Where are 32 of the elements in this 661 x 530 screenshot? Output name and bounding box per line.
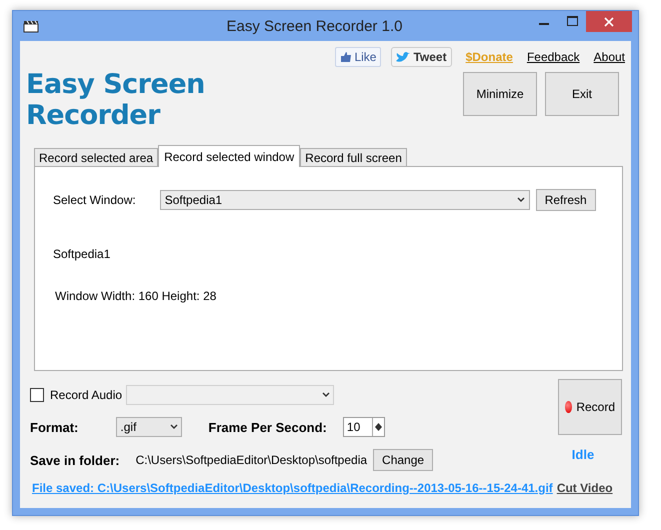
checkbox[interactable] [30, 388, 44, 402]
link[interactable]: About [594, 50, 625, 64]
tab[interactable]: Record full screen [300, 148, 407, 166]
header-button[interactable]: Exit [545, 72, 619, 116]
fps-spinner[interactable]: 10 [342, 417, 385, 437]
link[interactable]: Feedback [526, 50, 580, 64]
tab[interactable]: Record selected area [34, 148, 158, 166]
cut-video-link[interactable]: Cut Video [556, 481, 613, 495]
window-title: Easy Screen Recorder 1.0 [226, 18, 404, 34]
field-label: Save in folder: [30, 452, 120, 468]
refresh-button[interactable]: Refresh [536, 189, 596, 211]
window-dropdown[interactable]: Softpedia1 [160, 190, 530, 210]
checkbox-label: Record Audio [50, 388, 122, 402]
field-label: Select Window: [53, 193, 136, 207]
field-label: Frame Per Second: [208, 420, 327, 434]
record-button[interactable]: Record [558, 379, 622, 435]
like-button[interactable]: Like [335, 47, 382, 67]
bird-icon [396, 52, 410, 62]
header-button[interactable]: Minimize [463, 72, 537, 116]
format-dropdown[interactable]: .gif [116, 417, 182, 437]
window-size-text: Window Width: 160 Height: 28 [55, 289, 218, 303]
status-text: Idle [572, 447, 594, 462]
tweet-button[interactable]: Tweet [391, 47, 452, 67]
close-icon[interactable] [586, 11, 632, 32]
field-label: Format: [30, 420, 78, 434]
change-button[interactable]: Change [373, 449, 434, 471]
tab[interactable]: Record selected window [158, 145, 300, 167]
clapperboard-icon [23, 19, 39, 33]
window-name: Softpedia1 [53, 247, 112, 261]
folder-path: C:\Users\SoftpediaEditor\Desktop\softpedia [136, 453, 368, 467]
thumbs-up-icon [340, 51, 352, 63]
app-logo: Easy Screen Recorder [26, 69, 206, 131]
